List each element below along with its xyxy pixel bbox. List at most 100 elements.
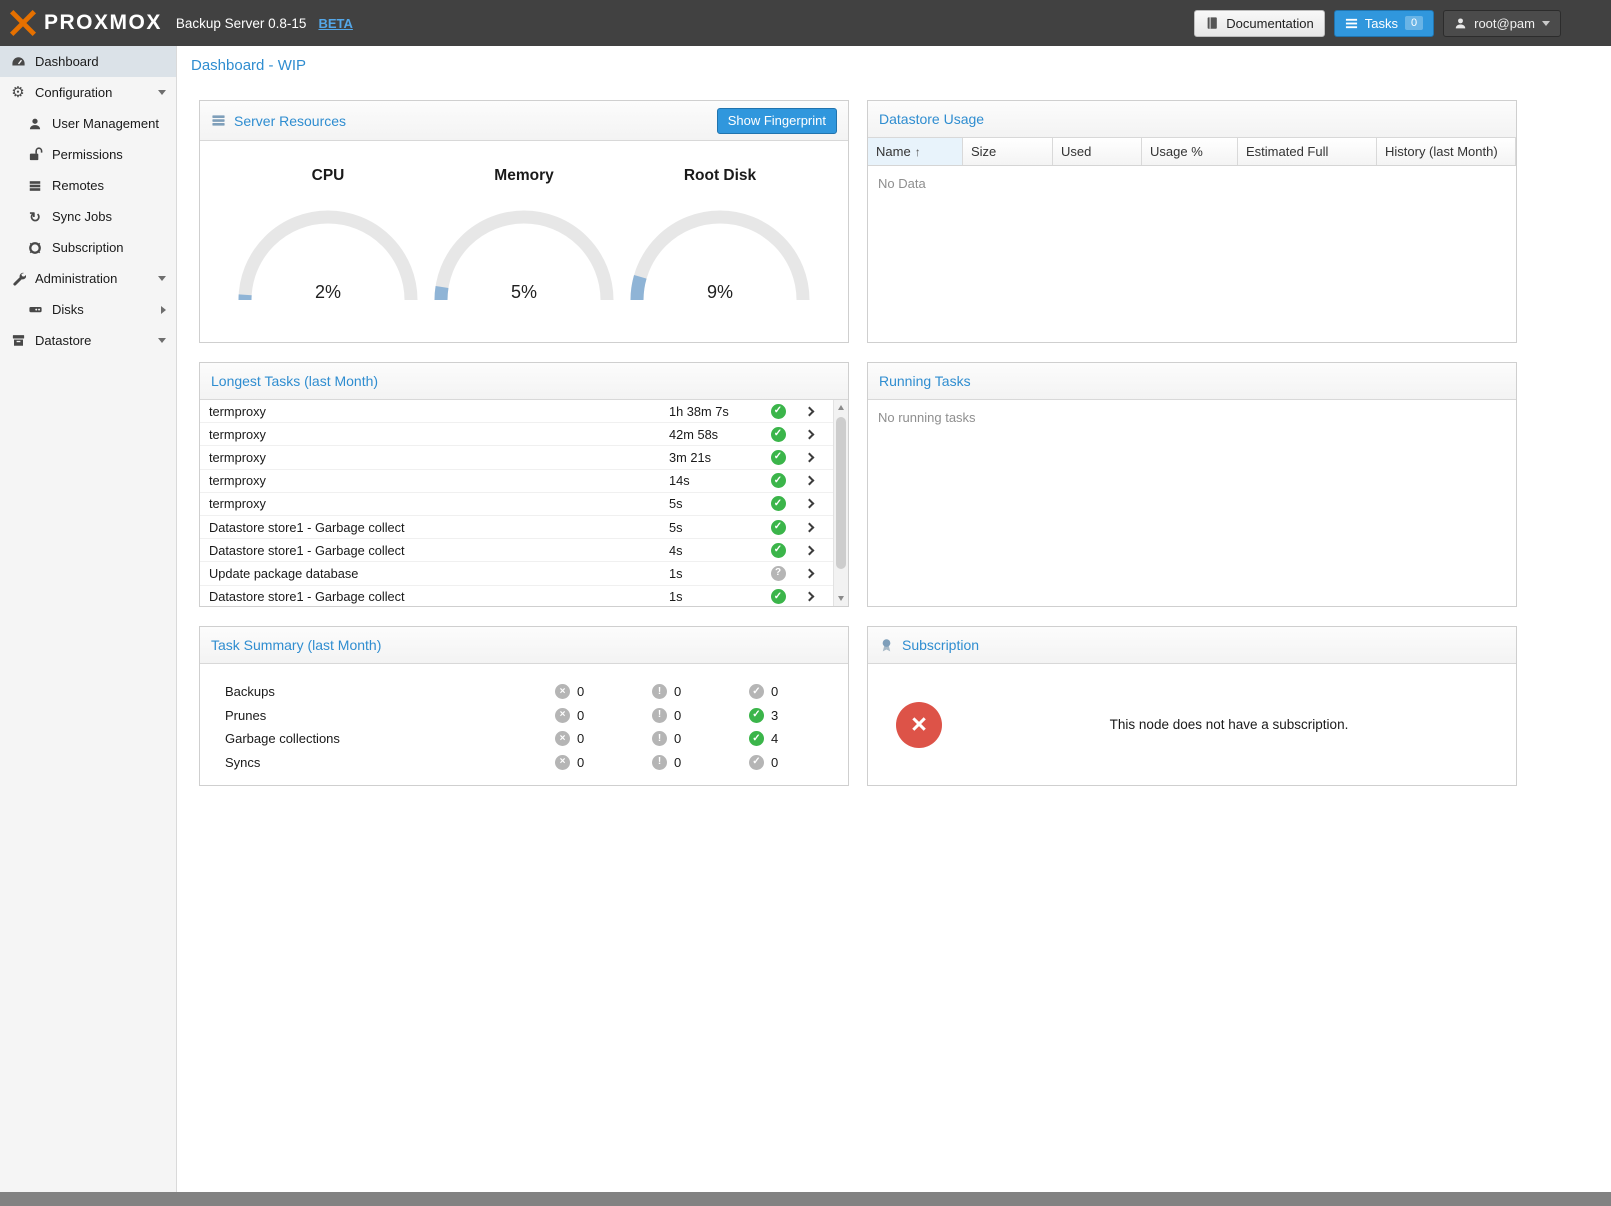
chevron-right-icon	[804, 568, 814, 578]
sidebar-item-subscription[interactable]: Subscription	[0, 232, 176, 263]
subscription-header: Subscription	[868, 627, 1516, 664]
tasks-button[interactable]: Tasks 0	[1334, 10, 1434, 37]
gauge-arc: 5%	[429, 205, 619, 303]
main-area: Dashboard - WIP Server Resources Show Fi…	[177, 46, 1611, 1192]
column-header-size[interactable]: Size	[963, 138, 1053, 165]
sidebar-item-datastore[interactable]: Datastore	[0, 325, 176, 356]
logo-wordmark: PROXMOX	[44, 11, 162, 35]
sidebar-item-label: Disks	[52, 302, 84, 317]
sidebar-item-user-management[interactable]: User Management	[0, 108, 176, 139]
task-name: Datastore store1 - Garbage collect	[209, 589, 669, 604]
summary-row: Backups×0!0✓0	[200, 680, 848, 704]
ok-count-icon: ✓	[749, 731, 764, 746]
gauge-value: 2%	[233, 282, 423, 303]
task-row[interactable]: termproxy5s✓	[200, 493, 833, 516]
task-open-action[interactable]	[795, 593, 823, 600]
chevron-right-icon	[804, 592, 814, 602]
panel-title: Task Summary (last Month)	[211, 637, 381, 653]
task-open-action[interactable]	[795, 431, 823, 438]
task-row[interactable]: Update package database1s?	[200, 562, 833, 585]
longest-tasks-panel: Longest Tasks (last Month) termproxy1h 3…	[199, 362, 849, 607]
task-row[interactable]: termproxy3m 21s✓	[200, 446, 833, 469]
summary-row: Syncs×0!0✓0	[200, 751, 848, 775]
warning-count-icon: !	[652, 731, 667, 746]
task-status: ✓	[761, 496, 795, 511]
column-label: History (last Month)	[1385, 144, 1498, 159]
summary-cell: ×0	[555, 684, 652, 699]
gauges-row: CPU2%Memory5%Root Disk9%	[200, 141, 848, 303]
gauge-label: CPU	[312, 167, 345, 185]
sidebar-item-label: Remotes	[52, 178, 104, 193]
sidebar-item-permissions[interactable]: Permissions	[0, 139, 176, 170]
task-row[interactable]: Datastore store1 - Garbage collect5s✓	[200, 516, 833, 539]
scroll-up-button[interactable]	[834, 400, 848, 415]
sidebar-item-label: Administration	[35, 271, 117, 286]
task-summary-rows: Backups×0!0✓0Prunes×0!0✓3Garbage collect…	[200, 664, 848, 774]
sidebar-item-configuration[interactable]: ⚙ Configuration	[0, 77, 176, 108]
summary-cell: ×0	[555, 731, 652, 746]
column-header-history-last-month-[interactable]: History (last Month)	[1377, 138, 1516, 165]
column-label: Usage %	[1150, 144, 1203, 159]
task-open-action[interactable]	[795, 524, 823, 531]
sidebar-item-label: Sync Jobs	[52, 209, 112, 224]
gauge-value: 9%	[625, 282, 815, 303]
chevron-right-icon	[804, 406, 814, 416]
longest-tasks-list: termproxy1h 38m 7s✓termproxy42m 58s✓term…	[200, 400, 848, 606]
sidebar-item-remotes[interactable]: Remotes	[0, 170, 176, 201]
task-name: termproxy	[209, 427, 669, 442]
column-header-used[interactable]: Used	[1053, 138, 1142, 165]
user-menu-button[interactable]: root@pam	[1443, 10, 1561, 37]
column-header-usage-[interactable]: Usage %	[1142, 138, 1238, 165]
scroll-down-button[interactable]	[834, 591, 848, 606]
show-fingerprint-button[interactable]: Show Fingerprint	[717, 108, 837, 134]
triangle-down-icon	[838, 596, 844, 601]
task-duration: 14s	[669, 473, 761, 488]
subscription-panel: Subscription × This node does not have a…	[867, 626, 1517, 786]
sidebar-item-disks[interactable]: Disks	[0, 294, 176, 325]
ok-count-icon: ✓	[749, 684, 764, 699]
task-row[interactable]: termproxy14s✓	[200, 470, 833, 493]
sidebar-item-administration[interactable]: Administration	[0, 263, 176, 294]
gauge-cpu: CPU 2%	[233, 167, 423, 303]
task-status: ✓	[761, 450, 795, 465]
sidebar-item-dashboard[interactable]: Dashboard	[0, 46, 176, 77]
task-name: termproxy	[209, 404, 669, 419]
no-subscription-icon: ×	[896, 702, 942, 748]
vertical-scrollbar[interactable]	[833, 400, 848, 606]
beta-link[interactable]: BETA	[318, 16, 352, 31]
column-header-name[interactable]: Name↑	[868, 138, 963, 165]
task-open-action[interactable]	[795, 454, 823, 461]
error-count: 0	[577, 755, 584, 770]
task-status-ok-icon: ✓	[771, 589, 786, 604]
column-label: Estimated Full	[1246, 144, 1328, 159]
summary-cell: ×0	[555, 708, 652, 723]
task-open-action[interactable]	[795, 570, 823, 577]
column-header-estimated-full[interactable]: Estimated Full	[1238, 138, 1377, 165]
task-open-action[interactable]	[795, 477, 823, 484]
task-open-action[interactable]	[795, 547, 823, 554]
task-open-action[interactable]	[795, 500, 823, 507]
task-open-action[interactable]	[795, 408, 823, 415]
task-row[interactable]: Datastore store1 - Garbage collect4s✓	[200, 539, 833, 562]
sidebar-item-sync-jobs[interactable]: ↻ Sync Jobs	[0, 201, 176, 232]
content-header: Dashboard - WIP	[177, 46, 1611, 84]
documentation-button[interactable]: Documentation	[1194, 10, 1324, 37]
user-menu-label: root@pam	[1474, 16, 1535, 31]
scrollbar-thumb[interactable]	[836, 417, 846, 569]
summary-cell: ×0	[555, 755, 652, 770]
user-icon	[1454, 17, 1467, 30]
user-icon	[27, 117, 43, 131]
task-row[interactable]: termproxy42m 58s✓	[200, 423, 833, 446]
summary-cell: !0	[652, 731, 749, 746]
server-resources-header: Server Resources Show Fingerprint	[200, 101, 848, 141]
ok-count: 4	[771, 731, 778, 746]
sidebar-nav: Dashboard ⚙ Configuration User Managemen…	[0, 46, 177, 1192]
hard-drive-icon	[27, 302, 43, 317]
task-row[interactable]: Datastore store1 - Garbage collect1s✓	[200, 586, 833, 607]
task-row[interactable]: termproxy1h 38m 7s✓	[200, 400, 833, 423]
page-title: Dashboard - WIP	[191, 57, 306, 74]
gauge-root-disk: Root Disk9%	[625, 167, 815, 303]
chevron-down-icon	[158, 338, 166, 343]
warning-count: 0	[674, 731, 681, 746]
summary-cell: ✓4	[749, 731, 846, 746]
